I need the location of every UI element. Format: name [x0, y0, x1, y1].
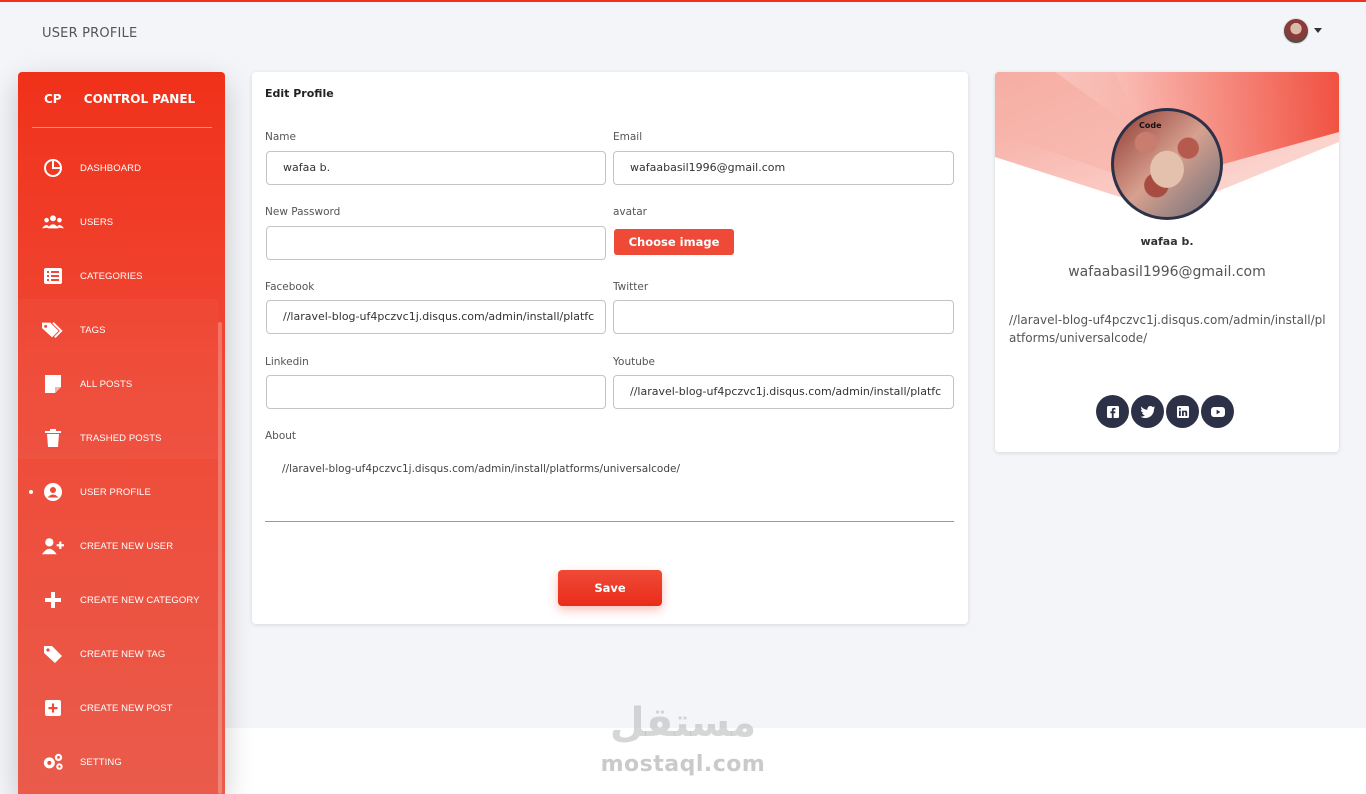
save-button[interactable]: Save: [558, 570, 662, 606]
sidebar-item-label: TRASHED POSTS: [80, 432, 162, 444]
list-icon: [42, 265, 64, 287]
youtube-label: Youtube: [613, 356, 655, 368]
sidebar-item-create-new-tag[interactable]: CREATE NEW TAG: [18, 634, 218, 674]
chevron-down-icon[interactable]: [1314, 28, 1322, 33]
sidebar-item-users[interactable]: USERS: [18, 202, 218, 242]
avatar: Code: [1111, 108, 1223, 220]
name-label: Name: [265, 131, 296, 143]
facebook-label: Facebook: [265, 281, 315, 293]
footer-area: [225, 728, 1366, 794]
watermark-text: mostaql.com: [600, 752, 766, 777]
avatar-label: avatar: [613, 206, 647, 218]
password-field[interactable]: [266, 226, 606, 260]
pie-chart-icon: [42, 157, 64, 179]
youtube-field[interactable]: //laravel-blog-uf4pczvc1j.disqus.com/adm…: [613, 375, 954, 409]
edit-profile-card: Edit Profile Name wafaa b. Email wafaaba…: [252, 72, 968, 624]
user-circle-icon: [42, 481, 64, 503]
social-links: [1096, 395, 1234, 428]
sidebar-item-label: USERS: [80, 216, 114, 228]
top-accent-line: [0, 0, 1366, 2]
active-indicator: [29, 490, 33, 494]
users-icon: [42, 211, 64, 233]
sidebar-item-label: CREATE NEW USER: [80, 540, 174, 552]
sidebar-item-tags[interactable]: TAGS: [18, 310, 218, 350]
tag-icon: [42, 643, 64, 665]
sidebar-item-label: USER PROFILE: [80, 486, 151, 498]
name-field[interactable]: wafaa b.: [266, 151, 606, 185]
sidebar-scrollbar[interactable]: [218, 322, 222, 794]
sidebar-item-categories[interactable]: CATEGORIES: [18, 256, 218, 296]
sidebar-item-dashboard[interactable]: DASHBOARD: [18, 148, 218, 188]
facebook-icon[interactable]: [1096, 395, 1129, 428]
email-field[interactable]: wafaabasil1996@gmail.com: [613, 151, 954, 185]
sidebar-item-label: CREATE NEW TAG: [80, 648, 166, 660]
sidebar-item-label: SETTING: [80, 756, 122, 768]
profile-about: //laravel-blog-uf4pczvc1j.disqus.com/adm…: [1009, 313, 1326, 345]
avatar-caption: Code: [1139, 121, 1162, 130]
sidebar-item-create-new-user[interactable]: CREATE NEW USER: [18, 526, 218, 566]
sidebar-item-setting[interactable]: SETTING: [18, 742, 218, 782]
profile-card: Code wafaa b. wafaabasil1996@gmail.com /…: [995, 72, 1339, 452]
gears-icon: [42, 751, 64, 773]
tags-icon: [42, 319, 64, 341]
avatar-photo: Code: [1114, 111, 1220, 217]
about-underline: [265, 521, 954, 522]
sidebar: CP CONTROL PANEL DASHBOARD USERS CATEGOR…: [18, 72, 225, 794]
email-label: Email: [613, 131, 643, 143]
linkedin-icon[interactable]: [1166, 395, 1199, 428]
watermark-logo: مستقل: [609, 700, 757, 746]
card-title: Edit Profile: [265, 87, 334, 100]
trash-icon: [42, 427, 64, 449]
sidebar-divider: [32, 127, 212, 128]
sidebar-item-create-new-post[interactable]: CREATE NEW POST: [18, 688, 218, 728]
page-title: USER PROFILE: [42, 26, 138, 41]
sidebar-item-user-profile[interactable]: USER PROFILE: [18, 472, 218, 512]
plus-square-icon: [42, 697, 64, 719]
sidebar-item-label: ALL POSTS: [80, 378, 133, 390]
logo-mini: CP: [44, 92, 62, 106]
sidebar-item-label: DASHBOARD: [80, 162, 142, 174]
facebook-field[interactable]: //laravel-blog-uf4pczvc1j.disqus.com/adm…: [266, 300, 606, 334]
sidebar-item-label: CREATE NEW CATEGORY: [80, 594, 200, 606]
about-label: About: [265, 430, 297, 442]
twitter-icon[interactable]: [1131, 395, 1164, 428]
profile-name: wafaa b.: [1140, 235, 1194, 248]
sidebar-item-label: CREATE NEW POST: [80, 702, 173, 714]
about-textarea[interactable]: //laravel-blog-uf4pczvc1j.disqus.com/adm…: [282, 463, 680, 475]
sidebar-item-label: TAGS: [80, 324, 106, 336]
sidebar-item-all-posts[interactable]: ALL POSTS: [18, 364, 218, 404]
sidebar-logo[interactable]: CP CONTROL PANEL: [44, 92, 195, 106]
note-icon: [42, 373, 64, 395]
password-label: New Password: [265, 206, 341, 218]
user-plus-icon: [42, 535, 64, 557]
plus-icon: [42, 589, 64, 611]
logo-text: CONTROL PANEL: [83, 92, 196, 106]
sidebar-item-label: CATEGORIES: [80, 270, 143, 282]
youtube-icon[interactable]: [1201, 395, 1234, 428]
choose-image-button[interactable]: Choose image: [614, 229, 734, 255]
profile-email: wafaabasil1996@gmail.com: [1068, 264, 1266, 280]
sidebar-item-trashed-posts[interactable]: TRASHED POSTS: [18, 418, 218, 458]
navbar-avatar[interactable]: [1283, 18, 1309, 44]
twitter-label: Twitter: [613, 281, 649, 293]
linkedin-field[interactable]: [266, 375, 606, 409]
twitter-field[interactable]: [613, 300, 954, 334]
sidebar-item-create-new-category[interactable]: CREATE NEW CATEGORY: [18, 580, 218, 620]
linkedin-label: Linkedin: [265, 356, 309, 368]
